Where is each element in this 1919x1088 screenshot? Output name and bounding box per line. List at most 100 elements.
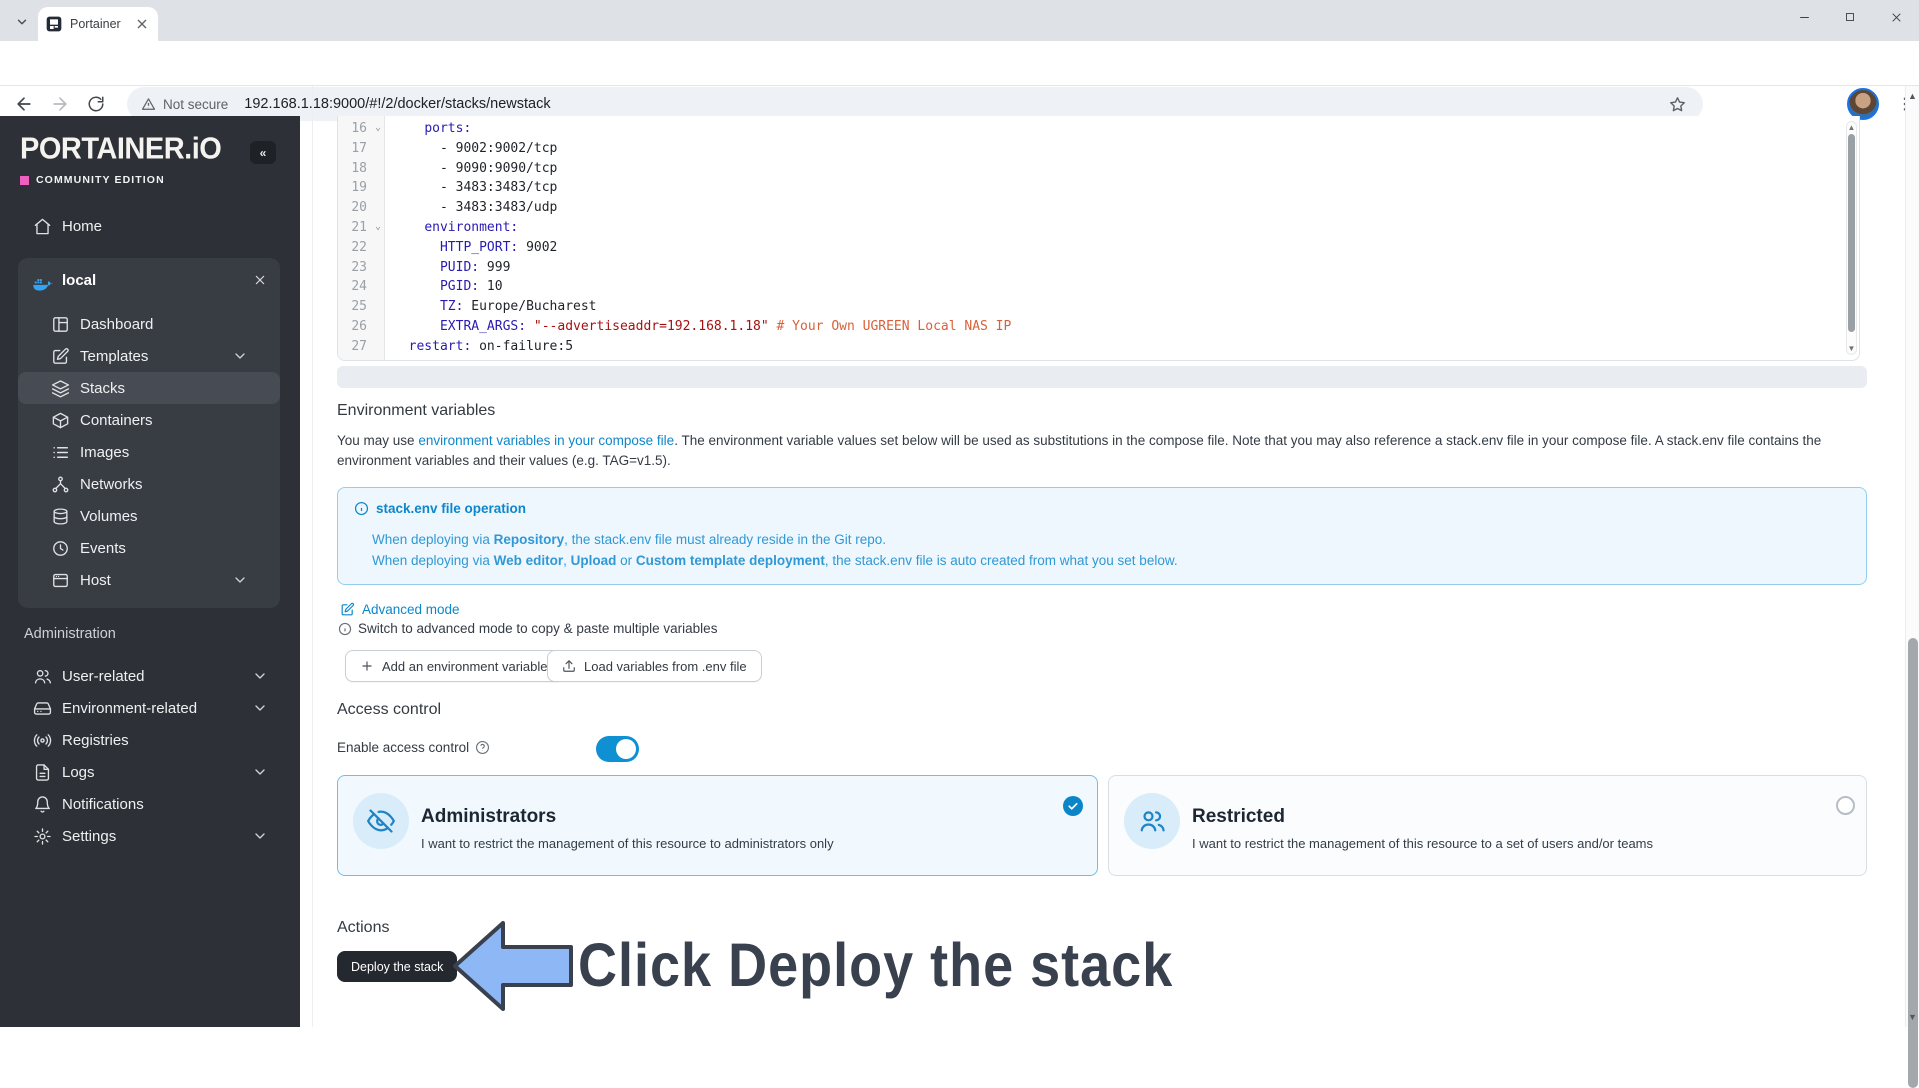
sidebar-item-events[interactable]: Events: [18, 532, 280, 564]
code-line[interactable]: - 3483:3483/tcp: [393, 178, 1843, 198]
page-scroll-down-icon[interactable]: ▼: [1906, 1012, 1919, 1022]
infobox-title: stack.env file operation: [376, 501, 527, 516]
sidebar-item-notifications[interactable]: Notifications: [0, 788, 300, 820]
code-line[interactable]: restart: on-failure:5: [393, 337, 1843, 357]
sidebar-item-host[interactable]: Host: [18, 564, 280, 596]
chevron-down-icon: [252, 828, 268, 844]
access-option-restricted[interactable]: Restricted I want to restrict the manage…: [1108, 775, 1867, 876]
add-environment-variable-button[interactable]: Add an environment variable: [345, 650, 563, 682]
stackenv-infobox: stack.env file operation When deploying …: [337, 487, 1867, 585]
restricted-radio[interactable]: [1836, 796, 1855, 815]
advanced-mode-hint: Switch to advanced mode to copy & paste …: [338, 621, 717, 636]
restricted-description: I want to restrict the management of thi…: [1192, 836, 1653, 851]
sidebar-item-stacks[interactable]: Stacks: [18, 372, 280, 404]
browser-toolbar: Not secure 192.168.1.18:9000/#!/2/docker…: [0, 41, 1919, 121]
chevron-down-icon: [252, 668, 268, 684]
code-line[interactable]: - 9002:9002/tcp: [393, 139, 1843, 159]
sidebar-item-volumes[interactable]: Volumes: [18, 500, 280, 532]
annotation-arrow-left-icon: [453, 921, 573, 1011]
selected-check-icon[interactable]: [1063, 796, 1083, 816]
page-scrollbar[interactable]: ▲ ▼: [1905, 86, 1919, 1088]
sidebar-item-user-related[interactable]: User-related: [0, 660, 300, 692]
code-line[interactable]: PUID: 999: [393, 258, 1843, 278]
sidebar-item-templates[interactable]: Templates: [18, 340, 280, 372]
sidebar-item-networks[interactable]: Networks: [18, 468, 280, 500]
sidebar-item-dashboard[interactable]: Dashboard: [18, 308, 280, 340]
fold-icon[interactable]: ⌄: [375, 118, 381, 138]
editor-scrollbar[interactable]: ▲ ▼: [1846, 121, 1857, 355]
environment-variables-description: You may use environment variables in you…: [337, 433, 1822, 468]
portainer-logo: PORTAINER.iO: [20, 132, 222, 166]
environment-variables-heading: Environment variables: [337, 402, 496, 419]
back-icon[interactable]: [10, 90, 38, 118]
tab-search-chevron-icon[interactable]: [9, 9, 35, 34]
access-option-administrators[interactable]: Administrators I want to restrict the ma…: [337, 775, 1098, 876]
environment-local[interactable]: [18, 268, 280, 302]
host-icon: [51, 571, 70, 590]
code-line[interactable]: HTTP_PORT: 9002: [393, 238, 1843, 258]
reload-icon[interactable]: [82, 90, 110, 118]
infobox-line-2: When deploying via Web editor, Upload or…: [372, 553, 1178, 568]
edit-icon: [340, 602, 355, 617]
line-number: 21 ⌄: [338, 218, 384, 238]
line-number: 27: [351, 338, 367, 354]
administrators-title: Administrators: [421, 806, 557, 827]
url-text[interactable]: 192.168.1.18:9000/#!/2/docker/stacks/new…: [244, 96, 1668, 112]
annotation-text: Click Deploy the stack: [578, 931, 1174, 1000]
code-line[interactable]: - 9090:9090/tcp: [393, 159, 1843, 179]
close-environment-icon[interactable]: [252, 272, 268, 288]
not-secure-warning-icon[interactable]: [141, 97, 156, 112]
code-line[interactable]: environment:: [393, 218, 1843, 238]
editor-scroll-up-icon[interactable]: ▲: [1847, 123, 1856, 132]
advanced-mode-link[interactable]: Advanced mode: [340, 602, 460, 617]
page-scroll-up-icon[interactable]: ▲: [1906, 91, 1919, 101]
help-icon[interactable]: [475, 740, 490, 755]
code-line[interactable]: TZ: Europe/Bucharest: [393, 297, 1843, 317]
sidebar-item-images[interactable]: Images: [18, 436, 280, 468]
registries-icon: [33, 731, 52, 750]
sidebar-item-containers[interactable]: Containers: [18, 404, 280, 436]
line-number: 20: [351, 200, 367, 216]
close-window-icon[interactable]: [1876, 0, 1916, 34]
sidebar-item-logs[interactable]: Logs: [0, 756, 300, 788]
code-line[interactable]: ports:: [393, 119, 1843, 139]
chevron-down-icon: [232, 572, 248, 588]
fold-icon[interactable]: ⌄: [375, 217, 381, 237]
maximize-icon[interactable]: [1830, 0, 1870, 34]
code-line[interactable]: - 3483:3483/udp: [393, 198, 1843, 218]
stacks-icon: [51, 379, 70, 398]
environment-name: local: [62, 272, 97, 289]
templates-icon: [51, 347, 70, 366]
load-variables-button[interactable]: Load variables from .env file: [547, 650, 762, 682]
tab-close-icon[interactable]: [134, 16, 150, 32]
access-control-toggle[interactable]: [596, 736, 639, 762]
sidebar-item-registries[interactable]: Registries: [0, 724, 300, 756]
compose-env-vars-link[interactable]: environment variables in your compose fi…: [418, 433, 674, 448]
sidebar-item-environment-related[interactable]: Environment-related: [0, 692, 300, 724]
editor-code[interactable]: ports: - 9002:9002/tcp - 9090:9090/tcp -…: [393, 119, 1843, 357]
forward-icon[interactable]: [46, 90, 74, 118]
sidebar-item-home[interactable]: Home: [0, 210, 300, 242]
line-number: 19: [351, 180, 367, 196]
bookmark-star-icon[interactable]: [1668, 95, 1687, 114]
restricted-title: Restricted: [1192, 806, 1285, 827]
code-line[interactable]: EXTRA_ARGS: "--advertiseaddr=192.168.1.1…: [393, 317, 1843, 337]
minimize-icon[interactable]: [1784, 0, 1824, 34]
compose-editor[interactable]: 16 ⌄ 17 18 19 20 21 ⌄ 22 23 24 25 26 27 ports: - 9002…: [337, 116, 1860, 361]
editor-gutter: 16 ⌄ 17 18 19 20 21 ⌄ 22 23 24 25 26 27: [338, 116, 385, 360]
collapse-sidebar-button[interactable]: «: [250, 141, 276, 164]
content-divider: [312, 86, 313, 1027]
line-number: 24: [351, 279, 367, 295]
environments-icon: [33, 699, 52, 718]
browser-tab[interactable]: Portainer: [38, 7, 158, 41]
editor-scroll-down-icon[interactable]: ▼: [1847, 344, 1856, 353]
line-number: 22: [351, 239, 367, 255]
restricted-icon-circle: [1124, 793, 1180, 849]
info-icon: [354, 501, 369, 516]
editor-scrollbar-thumb[interactable]: [1848, 134, 1855, 332]
editor-bottom-bar: [337, 366, 1867, 388]
sidebar-item-settings[interactable]: Settings: [0, 820, 300, 852]
access-control-heading: Access control: [337, 701, 442, 718]
code-line[interactable]: PGID: 10: [393, 277, 1843, 297]
deploy-stack-button[interactable]: Deploy the stack: [337, 951, 458, 982]
